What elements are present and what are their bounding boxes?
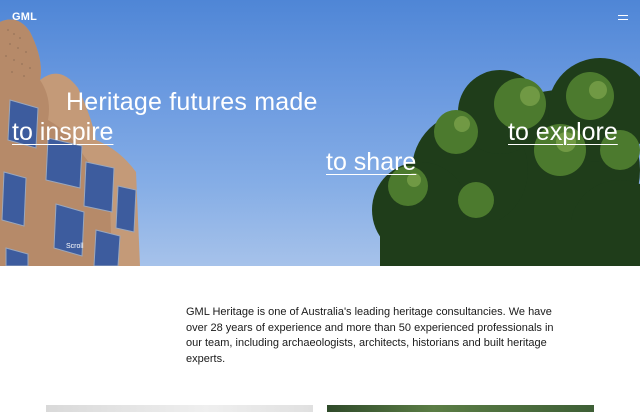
- site-logo[interactable]: GML: [12, 11, 37, 23]
- link-to-inspire[interactable]: to inspire: [12, 118, 113, 147]
- hero-section: GML Heritage futures made to inspire to …: [0, 0, 640, 266]
- menu-line: [618, 18, 628, 20]
- menu-line: [618, 14, 628, 16]
- hamburger-menu-icon[interactable]: [618, 12, 630, 22]
- feature-card-image-right[interactable]: [327, 405, 594, 412]
- scroll-indicator[interactable]: Scroll: [66, 243, 84, 250]
- intro-paragraph: GML Heritage is one of Australia's leadi…: [186, 306, 554, 365]
- link-to-explore[interactable]: to explore: [508, 118, 618, 147]
- feature-card-image-left[interactable]: [46, 405, 313, 412]
- hero-headline: Heritage futures made: [66, 88, 318, 116]
- link-to-share[interactable]: to share: [326, 148, 416, 177]
